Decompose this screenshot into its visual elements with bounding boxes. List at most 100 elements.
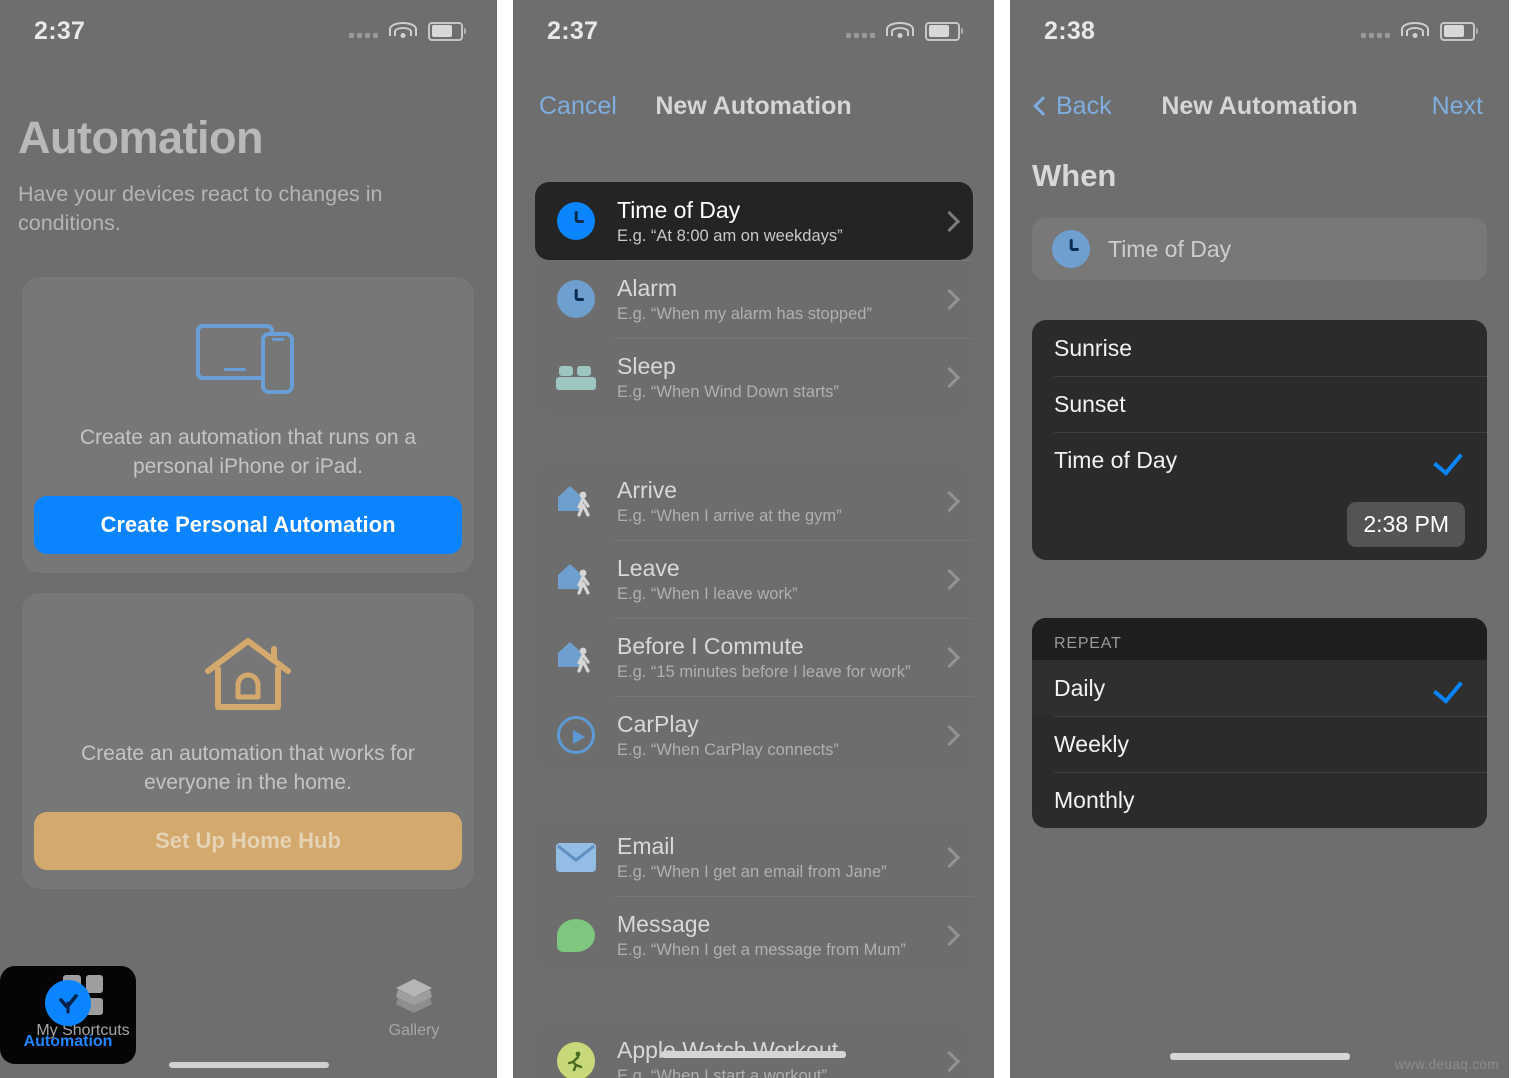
row-subtitle: E.g. “When CarPlay connects” [617,740,839,759]
back-button[interactable]: Back [1033,91,1112,121]
time-options-group: Sunrise Sunset Time of Day 2:38 PM [1032,320,1487,560]
status-bar-3: 2:38 [1010,0,1509,62]
chevron-right-icon [938,1050,961,1072]
chevron-right-icon [938,366,961,388]
panel-when-configuration: 2:38 New Automation Back Next When Time … [1010,0,1509,1078]
home-indicator [661,1051,846,1058]
trigger-row-apple-watch-workout[interactable]: Apple Watch Workout E.g. “When I start a… [535,1022,973,1078]
create-personal-automation-button[interactable]: Create Personal Automation [34,496,462,554]
next-button[interactable]: Next [1432,92,1483,121]
option-label: Time of Day [1054,446,1178,473]
trigger-row-before-i-commute[interactable]: Before I Commute E.g. “15 minutes before… [535,618,973,696]
row-title: CarPlay [617,710,699,737]
back-button-label: Back [1056,91,1112,120]
house-walk-icon [555,480,597,522]
trigger-row-carplay[interactable]: CarPlay E.g. “When CarPlay connects” [535,696,973,774]
chevron-right-icon [938,210,961,232]
row-subtitle: E.g. “When my alarm has stopped” [617,304,872,323]
trigger-row-sleep[interactable]: Sleep E.g. “When Wind Down starts” [535,338,973,416]
chevron-right-icon [938,490,961,512]
three-panel-screenshot: 2:37 Automation Have your devices react … [0,0,1524,1078]
option-sunrise[interactable]: Sunrise [1032,320,1487,376]
trigger-row-email[interactable]: Email E.g. “When I get an email from Jan… [535,818,973,896]
layers-icon [394,977,434,1015]
navigation-bar-3: New Automation Back Next [1010,62,1509,150]
trigger-group-time: Time of Day E.g. “At 8:00 am on weekdays… [535,182,973,416]
clock-icon [1052,230,1090,268]
trigger-row-message[interactable]: Message E.g. “When I get a message from … [535,896,973,974]
automation-clock-icon [45,979,91,1026]
navigation-bar-2: New Automation Cancel [513,62,994,150]
clock-icon [555,200,597,242]
chevron-left-icon [1033,96,1053,116]
page-title: Automation [18,112,263,163]
house-icon [22,627,474,723]
signal-dots-icon [349,24,378,38]
row-title: Apple Watch Workout [617,1036,839,1063]
wifi-icon [389,21,417,41]
chevron-right-icon [938,846,961,868]
option-label: Daily [1054,674,1106,701]
row-title: Arrive [617,476,678,503]
status-bar-1: 2:37 [0,0,497,62]
chevron-right-icon [938,288,961,310]
status-bar-2: 2:37 [513,0,994,62]
option-weekly[interactable]: Weekly [1032,716,1487,772]
option-monthly[interactable]: Monthly [1032,772,1487,828]
row-title: Email [617,832,675,859]
signal-dots-icon [1361,24,1390,38]
personal-card-description: Create an automation that runs on a pers… [79,426,417,478]
row-title: Sleep [617,352,676,379]
trigger-row-arrive[interactable]: Arrive E.g. “When I arrive at the gym” [535,462,973,540]
chevron-right-icon [938,724,961,746]
option-sunset[interactable]: Sunset [1032,376,1487,432]
row-subtitle: E.g. “At 8:00 am on weekdays” [617,226,843,245]
time-picker-row[interactable]: 2:38 PM [1032,488,1487,560]
status-time: 2:38 [1044,16,1096,45]
personal-automation-card: Create an automation that runs on a pers… [22,277,474,573]
battery-icon [1440,21,1478,41]
row-subtitle: E.g. “When I leave work” [617,584,798,603]
selected-time-value[interactable]: 2:38 PM [1347,501,1465,547]
trigger-row-alarm[interactable]: Alarm E.g. “When my alarm has stopped” [535,260,973,338]
home-card-description: Create an automation that works for ever… [81,742,415,794]
clock-icon [555,278,597,320]
page-subtitle: Have your devices react to changes in co… [18,182,383,235]
battery-icon [925,21,963,41]
tab-my-shortcuts-label: My Shortcuts [36,1022,130,1039]
trigger-group-communication: Email E.g. “When I get an email from Jan… [535,818,973,974]
devices-icon [22,311,474,407]
workout-icon [555,1040,597,1078]
tab-gallery[interactable]: Gallery [347,977,481,1040]
row-title: Before I Commute [617,632,804,659]
status-time: 2:37 [547,16,599,45]
home-indicator [1170,1053,1350,1060]
checkmark-icon [1433,672,1463,704]
row-subtitle: E.g. “15 minutes before I leave for work… [617,662,911,681]
option-label: Sunrise [1054,334,1132,361]
trigger-row-leave[interactable]: Leave E.g. “When I leave work” [535,540,973,618]
repeat-section-header: REPEAT [1032,618,1487,660]
chevron-right-icon [938,646,961,668]
house-walk-icon [555,636,597,678]
section-heading-when: When [1032,158,1117,193]
row-subtitle: E.g. “When I get an email from Jane” [617,862,887,881]
row-subtitle: E.g. “When I start a workout” [617,1066,827,1078]
row-title: Message [617,910,711,937]
mail-icon [555,836,597,878]
panel-automation-home: 2:37 Automation Have your devices react … [0,0,497,1078]
trigger-field-time-of-day[interactable]: Time of Day [1032,218,1487,280]
set-up-home-hub-button[interactable]: Set Up Home Hub [34,812,462,870]
row-title: Time of Day [617,196,741,223]
row-subtitle: E.g. “When Wind Down starts” [617,382,839,401]
option-time-of-day[interactable]: Time of Day [1032,432,1487,488]
trigger-group-watch: Apple Watch Workout E.g. “When I start a… [535,1022,973,1078]
trigger-row-time-of-day[interactable]: Time of Day E.g. “At 8:00 am on weekdays… [535,182,973,260]
row-title: Leave [617,554,680,581]
house-walk-icon [555,558,597,600]
trigger-group-travel: Arrive E.g. “When I arrive at the gym” L… [535,462,973,774]
watermark: www.deuaq.com [1394,1057,1499,1072]
option-daily[interactable]: Daily [1032,660,1487,716]
cancel-button[interactable]: Cancel [539,92,617,121]
wifi-icon [886,21,914,41]
